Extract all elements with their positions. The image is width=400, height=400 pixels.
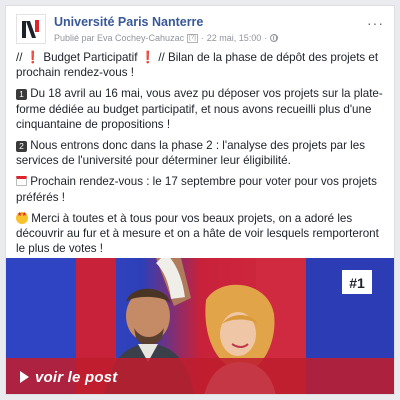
title-text: Budget Participatif: [40, 51, 141, 64]
meta-separator: ·: [264, 33, 268, 43]
post-paragraph-2: 2 Nous entrons donc dans la phase 2 : l'…: [16, 138, 386, 168]
paragraph-text: Merci à toutes et à tous pour vos beaux …: [16, 211, 379, 256]
paragraph-text: Nous entrons donc dans la phase 2 : l'an…: [16, 139, 365, 168]
prefix-text: //: [16, 51, 26, 64]
facebook-post-card: Université Paris Nanterre Publié par Eva…: [5, 5, 395, 395]
view-post-label: voir le post: [35, 368, 118, 386]
star-eyes-emoji-icon: [16, 211, 28, 224]
exclamation-emoji-icon: ❗: [140, 51, 156, 64]
page-avatar[interactable]: [16, 14, 46, 44]
post-timestamp[interactable]: 22 mai, 15:00: [207, 33, 262, 43]
paragraph-text: Du 18 avril au 16 mai, vous avez pu dépo…: [16, 87, 383, 131]
post-meta: Publié par Eva Cochey-Cahuzac [?] · 22 m…: [54, 33, 279, 43]
post-paragraph-3: Prochain rendez-vous : le 17 septembre p…: [16, 174, 386, 204]
post-paragraph-1: 1 Du 18 avril au 16 mai, vous avez pu dé…: [16, 86, 386, 132]
post-text: // ❗ Budget Participatif ❗ // Bilan de l…: [16, 50, 386, 262]
page-name-link[interactable]: Université Paris Nanterre: [54, 15, 203, 29]
exclamation-emoji-icon: ❗: [25, 51, 41, 64]
play-icon: [20, 371, 29, 383]
meta-separator: ·: [200, 33, 204, 43]
more-options-icon[interactable]: ···: [367, 15, 384, 31]
post-header: Université Paris Nanterre Publié par Eva…: [6, 6, 394, 48]
image-tag-text: #1: [349, 275, 365, 291]
paragraph-text: Prochain rendez-vous : le 17 septembre p…: [16, 175, 377, 204]
post-paragraph-4: Merci à toutes et à tous pour vos beaux …: [16, 211, 386, 257]
calendar-icon: [16, 176, 27, 187]
view-post-button[interactable]: voir le post: [6, 358, 394, 394]
author-line[interactable]: Publié par Eva Cochey-Cahuzac: [54, 33, 184, 43]
thumbnail-frame: Université Paris Nanterre Publié par Eva…: [0, 0, 400, 400]
post-paragraph-title: // ❗ Budget Participatif ❗ // Bilan de l…: [16, 50, 386, 80]
keycap-one-emoji-icon: 1: [16, 89, 27, 101]
globe-icon: [270, 34, 279, 42]
info-badge[interactable]: [?]: [187, 33, 198, 43]
nanterre-logo-icon: [22, 20, 39, 38]
keycap-two-emoji-icon: 2: [16, 141, 27, 153]
